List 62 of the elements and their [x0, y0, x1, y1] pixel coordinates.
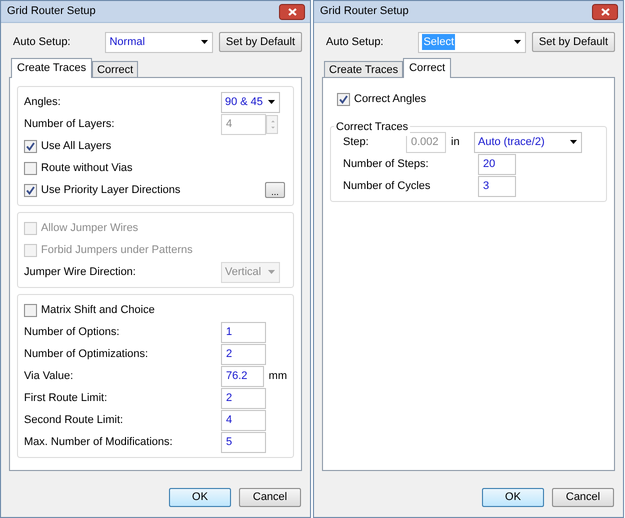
dropdown[interactable]: Normal	[105, 32, 213, 52]
tab[interactable]: Create Traces	[324, 61, 404, 77]
close-button[interactable]	[592, 4, 618, 20]
close-button[interactable]	[279, 4, 305, 20]
field-label: Angles:	[24, 94, 62, 110]
field-label: Number of Layers:	[24, 116, 116, 132]
tab[interactable]: Create Traces	[11, 58, 92, 78]
caret-icon	[514, 40, 521, 44]
field-label: Auto Setup:	[12, 34, 72, 50]
checkbox[interactable]	[24, 140, 37, 152]
dialog-button[interactable]: Cancel	[239, 488, 301, 507]
checkbox[interactable]	[337, 92, 350, 106]
tab[interactable]: Correct	[92, 61, 138, 77]
input-field[interactable]: 5	[221, 432, 266, 452]
more-button[interactable]: ...	[265, 182, 285, 198]
checkbox-label: Use All Layers	[41, 138, 112, 154]
checkbox-label: Route without Vias	[41, 160, 133, 176]
caret-icon	[268, 100, 275, 104]
field-label: Step:	[343, 134, 370, 150]
field-label: Jumper Wire Direction:	[24, 264, 137, 280]
caret-icon	[570, 140, 577, 144]
caret-icon	[200, 40, 208, 44]
input-field[interactable]: 2	[221, 388, 266, 408]
field-label: Second Route Limit:	[24, 412, 124, 428]
tab[interactable]: Correct	[403, 58, 452, 78]
dropdown[interactable]: 90 & 45	[221, 92, 280, 112]
checkbox-label: Correct Angles	[354, 92, 426, 107]
checkbox-label: Matrix Shift and Choice	[41, 302, 155, 318]
default-button[interactable]: Set by Default	[218, 32, 302, 52]
dropdown[interactable]: Auto (trace/2)	[474, 132, 582, 152]
window-title: Grid Router Setup	[320, 4, 409, 20]
field-label: Auto Setup:	[325, 34, 384, 50]
caret-icon	[268, 270, 275, 274]
dialog-button[interactable]: OK	[169, 488, 231, 507]
input-field[interactable]: 20	[478, 154, 516, 174]
unit-label: in	[450, 134, 461, 150]
field-label: Via Value:	[24, 368, 74, 384]
field-label: Number of Options:	[24, 324, 120, 340]
checkbox[interactable]	[24, 184, 37, 196]
checkbox-label: Forbid Jumpers under Patterns	[41, 242, 193, 258]
unit-label: mm	[268, 368, 287, 384]
input-field[interactable]: 76.2	[221, 366, 264, 386]
checkbox-label: Use Priority Layer Directions	[41, 182, 180, 198]
field-label: Number of Optimizations:	[24, 346, 150, 362]
window-title: Grid Router Setup	[7, 4, 96, 20]
field-label: Number of Cycles	[343, 178, 432, 194]
dialog-button[interactable]: OK	[482, 488, 544, 507]
checkbox-label: Allow Jumper Wires	[41, 220, 138, 236]
input-field[interactable]: 2	[221, 344, 266, 364]
input-field[interactable]: 1	[221, 322, 266, 342]
field-label: First Route Limit:	[24, 390, 108, 406]
default-button[interactable]: Set by Default	[532, 32, 615, 52]
close-icon	[600, 8, 610, 16]
dialog-button[interactable]: Cancel	[552, 488, 614, 507]
input-field[interactable]: 3	[478, 176, 516, 196]
field-label: Max. Number of Modifications:	[24, 434, 174, 450]
checkbox[interactable]	[24, 304, 37, 316]
checkbox[interactable]	[24, 162, 37, 174]
group-label: Correct Traces	[334, 119, 410, 136]
input-field[interactable]: 4	[221, 410, 266, 430]
close-icon	[288, 8, 296, 16]
field-label: Number of Steps:	[343, 156, 430, 172]
